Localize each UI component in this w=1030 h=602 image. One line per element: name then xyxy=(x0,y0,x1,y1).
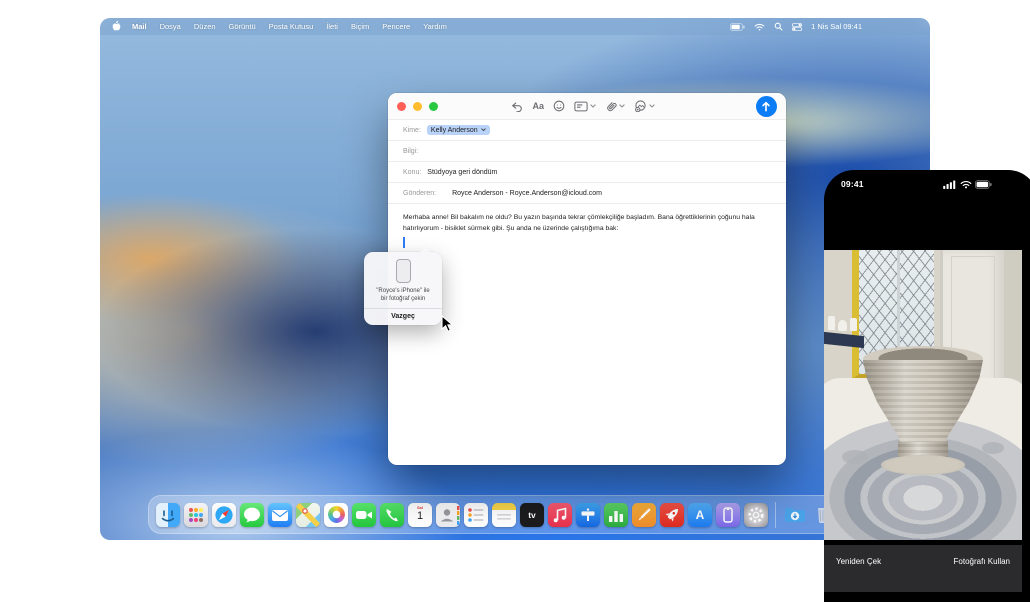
cancel-button[interactable]: Vazgeç xyxy=(369,309,437,325)
apple-menu-icon[interactable] xyxy=(112,20,121,33)
clay-splatter xyxy=(982,442,1004,454)
subject-value: Stüdyoya geri döndüm xyxy=(427,169,497,176)
to-field-label: Kime: xyxy=(403,127,421,134)
pages-dock-icon[interactable] xyxy=(632,503,656,527)
attach-file-button[interactable] xyxy=(605,100,625,112)
clay-pot xyxy=(863,346,983,475)
mac-display: Mail Dosya Düzen Görüntü Posta Kutusu İl… xyxy=(100,18,930,540)
recipient-chip[interactable]: Kelly Anderson xyxy=(427,125,490,135)
format-button[interactable]: Aa xyxy=(532,101,544,111)
menu-item-posta-kutusu[interactable]: Posta Kutusu xyxy=(269,22,314,31)
cellular-signal-icon xyxy=(943,180,956,189)
menu-item-mail[interactable]: Mail xyxy=(132,22,147,31)
chevron-down-icon xyxy=(590,104,596,108)
calendar-day-label: 1 xyxy=(408,510,432,522)
battery-icon[interactable] xyxy=(730,23,745,31)
calendar-dock-icon[interactable]: Sal 1 xyxy=(408,503,432,527)
ceramic-piece xyxy=(838,320,847,331)
mail-toolbar: Aa xyxy=(388,93,786,119)
popup-message: "Royce's iPhone" ile bir fotoğraf çekin xyxy=(369,287,437,303)
from-value: Royce Anderson - Royce.Anderson@icloud.c… xyxy=(452,190,602,197)
close-window-button[interactable] xyxy=(397,102,406,111)
phone-dock-icon[interactable] xyxy=(380,503,404,527)
iphone-icon xyxy=(396,259,411,283)
chevron-down-icon xyxy=(649,104,655,108)
send-arrow-icon xyxy=(761,101,771,112)
emoji-button[interactable] xyxy=(553,100,565,112)
subject-field-row[interactable]: Konu: Stüdyoya geri döndüm xyxy=(388,161,786,182)
mouse-pointer xyxy=(441,315,453,338)
subject-field-label: Konu: xyxy=(403,169,421,176)
insert-photo-button[interactable] xyxy=(634,100,655,112)
cc-field-row[interactable]: Bilgi: xyxy=(388,140,786,161)
menu-item-duzen[interactable]: Düzen xyxy=(194,22,216,31)
menu-item-dosya[interactable]: Dosya xyxy=(160,22,181,31)
chevron-down-icon xyxy=(619,104,625,108)
continuity-camera-popup: "Royce's iPhone" ile bir fotoğraf çekin … xyxy=(364,252,442,325)
app-store-dock-icon[interactable]: A xyxy=(688,503,712,527)
iphone-clock: 09:41 xyxy=(841,179,864,189)
menu-item-yardim[interactable]: Yardım xyxy=(423,22,447,31)
from-field-label: Gönderen: xyxy=(403,190,436,197)
safari-dock-icon[interactable] xyxy=(212,503,236,527)
contacts-dock-icon[interactable] xyxy=(436,503,460,527)
iphone-status-bar: 09:41 xyxy=(824,170,1030,196)
screenshot-stage: Mail Dosya Düzen Görüntü Posta Kutusu İl… xyxy=(0,0,1030,602)
mail-dock-icon[interactable] xyxy=(268,503,292,527)
ceramic-piece xyxy=(850,318,857,331)
menu-bar: Mail Dosya Düzen Görüntü Posta Kutusu İl… xyxy=(100,18,930,35)
apple-tv-dock-icon[interactable]: tv xyxy=(520,503,544,527)
zoom-window-button[interactable] xyxy=(429,102,438,111)
menu-bar-clock[interactable]: 1 Nis Sal 09:41 xyxy=(811,22,862,31)
use-photo-button[interactable]: Fotoğrafı Kullan xyxy=(954,557,1010,566)
menu-item-ileti[interactable]: İleti xyxy=(326,22,338,31)
launchpad-dock-icon[interactable] xyxy=(184,503,208,527)
tv-label: tv xyxy=(528,510,536,520)
wifi-icon xyxy=(960,180,972,189)
dock: Sal 1 tv xyxy=(148,495,842,534)
minimize-window-button[interactable] xyxy=(413,102,422,111)
battery-icon xyxy=(975,180,992,189)
header-fields-button[interactable] xyxy=(574,101,596,112)
menu-item-pencere[interactable]: Pencere xyxy=(382,22,410,31)
rocket-app-dock-icon[interactable] xyxy=(660,503,684,527)
wifi-icon[interactable] xyxy=(754,23,765,31)
numbers-dock-icon[interactable] xyxy=(604,503,628,527)
dock-divider xyxy=(775,502,776,528)
keynote-dock-icon[interactable] xyxy=(576,503,600,527)
system-settings-dock-icon[interactable] xyxy=(744,503,768,527)
camera-preview-pottery xyxy=(824,250,1022,540)
message-body[interactable]: Merhaba anne! Bil bakalım ne oldu? Bu ya… xyxy=(388,204,770,235)
facetime-dock-icon[interactable] xyxy=(352,503,376,527)
recipient-name: Kelly Anderson xyxy=(431,127,478,134)
window-controls xyxy=(397,102,438,111)
undo-button[interactable] xyxy=(511,101,523,112)
mail-compose-window: Aa xyxy=(388,93,786,465)
ceramic-piece xyxy=(828,316,835,330)
notes-dock-icon[interactable] xyxy=(492,503,516,527)
reminders-dock-icon[interactable] xyxy=(464,503,488,527)
camera-action-bar: Yeniden Çek Fotoğrafı Kullan xyxy=(824,545,1022,592)
iphone-mirroring-dock-icon[interactable] xyxy=(716,503,740,527)
music-dock-icon[interactable] xyxy=(548,503,572,527)
maps-dock-icon[interactable] xyxy=(296,503,320,527)
menu-item-bicim[interactable]: Biçim xyxy=(351,22,369,31)
chevron-down-icon xyxy=(481,128,486,132)
control-center-icon[interactable] xyxy=(792,23,802,31)
spotlight-search-icon[interactable] xyxy=(774,22,783,31)
messages-dock-icon[interactable] xyxy=(240,503,264,527)
cc-field-label: Bilgi: xyxy=(403,148,418,155)
send-button[interactable] xyxy=(756,96,777,117)
finder-dock-icon[interactable] xyxy=(156,503,180,527)
retake-button[interactable]: Yeniden Çek xyxy=(836,557,881,566)
photos-dock-icon[interactable] xyxy=(324,503,348,527)
app-store-letter: A xyxy=(696,508,705,522)
text-caret xyxy=(403,237,405,248)
photos-flower-icon xyxy=(328,506,345,523)
from-field-row[interactable]: Gönderen: Royce Anderson - Royce.Anderso… xyxy=(388,182,786,203)
downloads-dock-icon[interactable] xyxy=(783,503,807,527)
menu-item-goruntu[interactable]: Görüntü xyxy=(229,22,256,31)
to-field-row[interactable]: Kime: Kelly Anderson xyxy=(388,119,786,140)
iphone-screen: 09:41 xyxy=(824,170,1030,602)
